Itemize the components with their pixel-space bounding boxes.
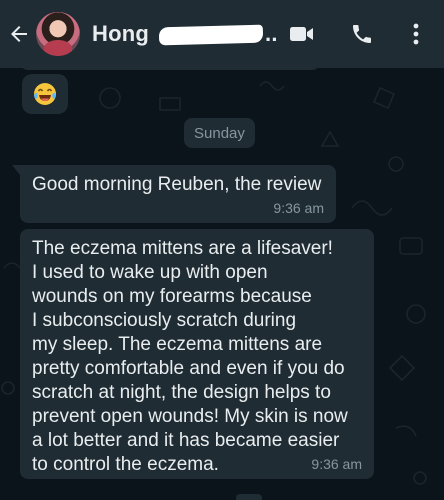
contact-name[interactable]: Hong .. <box>92 21 278 47</box>
chat-screen: Hong .. Sunday Good morning Reuben, the … <box>0 0 444 500</box>
header-actions <box>280 0 444 68</box>
contact-avatar[interactable] <box>36 12 80 56</box>
arrow-back-icon <box>11 26 27 42</box>
incoming-message[interactable]: The eczema mittens are a lifesaver! I us… <box>20 229 374 479</box>
contact-name-text: Hong <box>92 21 150 46</box>
date-separator: Sunday <box>184 118 255 148</box>
message-text: Good morning Reuben, the review <box>32 174 322 195</box>
previous-message-bubble <box>20 68 320 70</box>
chat-header: Hong .. <box>0 0 444 68</box>
next-message-bubble <box>236 494 262 500</box>
back-button[interactable] <box>2 0 36 68</box>
bubble-tail <box>12 165 20 175</box>
voice-call-button[interactable] <box>340 0 384 68</box>
video-call-icon <box>290 27 313 41</box>
reaction-emoji-message[interactable]: 😂 <box>22 74 68 114</box>
redaction-mark <box>158 24 264 46</box>
more-vertical-icon <box>413 23 419 45</box>
message-timestamp: 9:36 am <box>311 456 362 472</box>
incoming-message[interactable]: Good morning Reuben, the review 9:36 am <box>12 165 336 223</box>
message-list[interactable]: 😂 Sunday Good morning Reuben, the review… <box>0 68 444 500</box>
phone-icon <box>353 25 371 43</box>
message-text: The eczema mittens are a lifesaver! I us… <box>32 238 348 475</box>
video-call-button[interactable] <box>280 0 324 68</box>
message-timestamp: 9:36 am <box>273 200 324 216</box>
more-options-button[interactable] <box>394 0 438 68</box>
laughing-tears-emoji-icon <box>34 83 56 105</box>
contact-name-ellipsis: .. <box>265 21 278 46</box>
